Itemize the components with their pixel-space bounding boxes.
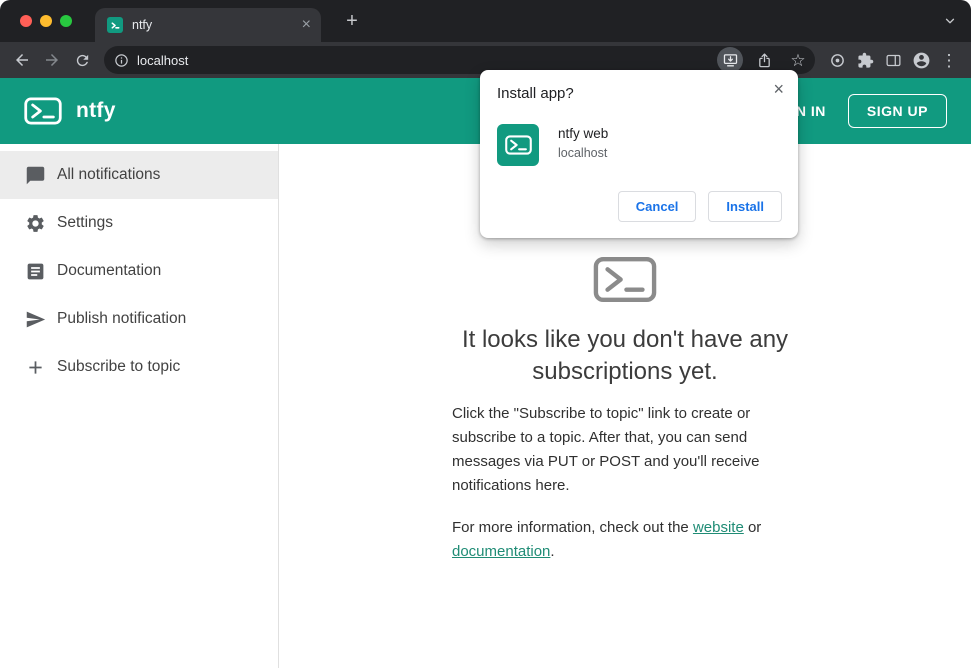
sidebar-item-all-notifications[interactable]: All notifications bbox=[0, 151, 278, 199]
cancel-button[interactable]: Cancel bbox=[617, 191, 697, 222]
sidebar-item-subscribe-to-topic[interactable]: Subscribe to topic bbox=[0, 343, 278, 391]
send-icon bbox=[24, 308, 46, 330]
plus-icon bbox=[24, 356, 46, 378]
sidebar-item-label: Subscribe to topic bbox=[57, 358, 181, 375]
more-info-text: or bbox=[743, 519, 762, 536]
browser-menu-kebab-icon[interactable]: ⋮ bbox=[935, 46, 963, 74]
sidebar: All notifications Settings Documentation… bbox=[0, 144, 279, 668]
sidebar-item-publish-notification[interactable]: Publish notification bbox=[0, 295, 278, 343]
install-app-name: ntfy web bbox=[558, 126, 609, 141]
book-icon bbox=[24, 260, 46, 282]
reload-button[interactable] bbox=[68, 46, 96, 74]
ntfy-app-icon bbox=[497, 124, 539, 166]
browser-tab-ntfy[interactable]: ntfy × bbox=[95, 8, 321, 42]
more-info-text: . bbox=[550, 543, 555, 560]
address-url[interactable]: localhost bbox=[137, 53, 709, 68]
ntfy-logo-icon bbox=[24, 97, 62, 125]
install-app-origin: localhost bbox=[558, 146, 608, 160]
more-info-text: For more information, check out the bbox=[452, 519, 693, 536]
back-button[interactable] bbox=[8, 46, 36, 74]
new-tab-button[interactable]: + bbox=[340, 10, 364, 34]
sidebar-item-documentation[interactable]: Documentation bbox=[0, 247, 278, 295]
sidebar-item-label: Publish notification bbox=[57, 310, 187, 327]
minimize-window-button[interactable] bbox=[40, 15, 52, 27]
gear-icon bbox=[24, 212, 46, 234]
ntfy-favicon-icon bbox=[107, 17, 123, 33]
tab-title: ntfy bbox=[132, 18, 153, 32]
sign-up-button[interactable]: SIGN UP bbox=[847, 94, 947, 128]
tab-search-chevron-icon[interactable] bbox=[943, 14, 957, 33]
titlebar: ntfy × + bbox=[0, 0, 971, 42]
empty-state-paragraph: Click the "Subscribe to topic" link to c… bbox=[452, 405, 760, 494]
website-link[interactable]: website bbox=[693, 519, 744, 536]
browser-window: ntfy × + localhost ☆ ⋮ ntfy SIGN IN SIGN… bbox=[0, 0, 971, 668]
window-controls bbox=[20, 15, 72, 27]
documentation-link[interactable]: documentation bbox=[452, 543, 550, 560]
sidebar-item-settings[interactable]: Settings bbox=[0, 199, 278, 247]
sidebar-item-label: All notifications bbox=[57, 166, 161, 183]
dialog-close-icon[interactable]: × bbox=[773, 80, 784, 98]
toolbar-extensions-area: ⋮ bbox=[823, 46, 963, 74]
site-info-icon[interactable] bbox=[114, 53, 129, 68]
side-panel-icon[interactable] bbox=[879, 46, 907, 74]
ntfy-empty-state-icon bbox=[593, 256, 657, 308]
profile-avatar-icon[interactable] bbox=[907, 46, 935, 74]
close-window-button[interactable] bbox=[20, 15, 32, 27]
app-title: ntfy bbox=[76, 99, 116, 122]
install-button[interactable]: Install bbox=[708, 191, 782, 222]
install-app-dialog: Install app? × ntfy web localhost Cancel… bbox=[480, 70, 798, 238]
extension-circle-icon[interactable] bbox=[823, 46, 851, 74]
tab-close-icon[interactable]: × bbox=[302, 17, 311, 33]
empty-state-more-info: For more information, check out the webs… bbox=[452, 516, 798, 564]
maximize-window-button[interactable] bbox=[60, 15, 72, 27]
forward-button[interactable] bbox=[38, 46, 66, 74]
extensions-puzzle-icon[interactable] bbox=[851, 46, 879, 74]
chat-bubble-icon bbox=[24, 164, 46, 186]
sidebar-item-label: Documentation bbox=[57, 262, 162, 279]
install-dialog-title: Install app? bbox=[497, 85, 574, 102]
sidebar-item-label: Settings bbox=[57, 214, 114, 231]
empty-state-heading: It looks like you don't have any subscri… bbox=[461, 326, 789, 385]
